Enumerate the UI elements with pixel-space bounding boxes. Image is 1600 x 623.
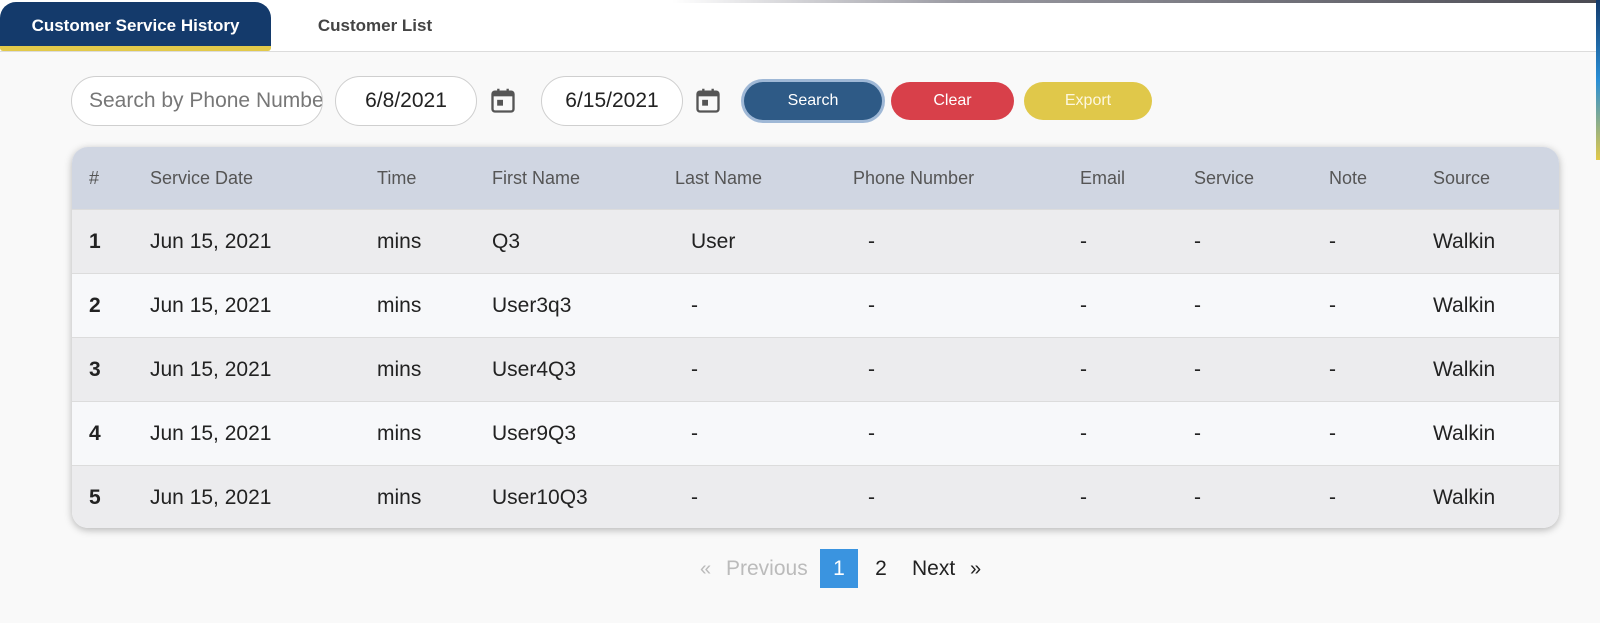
- cell-service: -: [1194, 293, 1201, 317]
- end-date-field[interactable]: 6/15/2021: [541, 76, 683, 126]
- table-header: # Service Date Time First Name Last Name…: [72, 147, 1559, 209]
- cell-first-name: Q3: [492, 229, 521, 253]
- start-date-value: 6/8/2021: [365, 89, 447, 112]
- top-navigation: Customer Service History Customer List: [0, 0, 1600, 52]
- cell-index: 1: [89, 229, 101, 253]
- cell-email: -: [1080, 229, 1087, 253]
- column-header-note[interactable]: Note: [1329, 147, 1367, 209]
- cell-note: -: [1329, 357, 1336, 381]
- phone-search-input[interactable]: [72, 89, 322, 113]
- phone-search-field[interactable]: [71, 76, 323, 126]
- column-header-email[interactable]: Email: [1080, 147, 1125, 209]
- cell-phone-number: -: [868, 421, 875, 445]
- column-header-service[interactable]: Service: [1194, 147, 1254, 209]
- cell-source: Walkin: [1433, 229, 1496, 253]
- cell-email: -: [1080, 293, 1087, 317]
- clear-button[interactable]: Clear: [891, 82, 1014, 120]
- cell-last-name: User: [691, 229, 736, 253]
- cell-index: 2: [89, 293, 101, 317]
- previous-arrow-icon: «: [700, 557, 712, 580]
- start-date-field[interactable]: 6/8/2021: [335, 76, 477, 126]
- window-edge-decoration: [1596, 0, 1600, 160]
- column-header-phone-number[interactable]: Phone Number: [853, 147, 974, 209]
- table-row[interactable]: 2 Jun 15, 2021 mins User3q3 - - - - - Wa…: [72, 273, 1559, 337]
- cell-source: Walkin: [1433, 293, 1496, 317]
- column-header-first-name[interactable]: First Name: [492, 147, 580, 209]
- page-1-button[interactable]: 1: [820, 549, 858, 588]
- cell-service: -: [1194, 229, 1201, 253]
- cell-phone-number: -: [868, 357, 875, 381]
- cell-note: -: [1329, 293, 1336, 317]
- cell-source: Walkin: [1433, 485, 1496, 509]
- column-header-last-name[interactable]: Last Name: [675, 147, 762, 209]
- cell-first-name: User3q3: [492, 293, 572, 317]
- cell-last-name: -: [691, 421, 698, 445]
- cell-first-name: User9Q3: [492, 421, 577, 445]
- cell-service-date: Jun 15, 2021: [150, 485, 272, 509]
- cell-index: 5: [89, 485, 101, 509]
- calendar-icon[interactable]: [489, 86, 517, 116]
- table-row[interactable]: 1 Jun 15, 2021 mins Q3 User - - - - Walk…: [72, 209, 1559, 273]
- search-button[interactable]: Search: [744, 82, 882, 120]
- end-date-value: 6/15/2021: [565, 89, 659, 112]
- table-row[interactable]: 3 Jun 15, 2021 mins User4Q3 - - - - - Wa…: [72, 337, 1559, 401]
- tab-customer-service-history[interactable]: Customer Service History: [0, 2, 271, 50]
- cell-service: -: [1194, 485, 1201, 509]
- cell-email: -: [1080, 357, 1087, 381]
- cell-time: mins: [377, 293, 422, 317]
- cell-service-date: Jun 15, 2021: [150, 421, 272, 445]
- cell-email: -: [1080, 421, 1087, 445]
- cell-time: mins: [377, 357, 422, 381]
- previous-page-link[interactable]: Previous: [726, 549, 808, 589]
- cell-first-name: User10Q3: [492, 485, 588, 509]
- cell-time: mins: [377, 485, 422, 509]
- cell-last-name: -: [691, 293, 698, 317]
- cell-index: 4: [89, 421, 101, 445]
- cell-note: -: [1329, 485, 1336, 509]
- cell-first-name: User4Q3: [492, 357, 577, 381]
- cell-last-name: -: [691, 357, 698, 381]
- cell-phone-number: -: [868, 485, 875, 509]
- cell-note: -: [1329, 229, 1336, 253]
- cell-service: -: [1194, 357, 1201, 381]
- cell-phone-number: -: [868, 293, 875, 317]
- cell-source: Walkin: [1433, 421, 1496, 445]
- cell-service-date: Jun 15, 2021: [150, 293, 272, 317]
- column-header-source[interactable]: Source: [1433, 147, 1490, 209]
- cell-note: -: [1329, 421, 1336, 445]
- tab-label: Customer Service History: [31, 16, 240, 35]
- page-2-button[interactable]: 2: [866, 549, 896, 588]
- next-page-link[interactable]: Next: [912, 549, 955, 589]
- cell-index: 3: [89, 357, 101, 381]
- cell-service-date: Jun 15, 2021: [150, 229, 272, 253]
- cell-time: mins: [377, 421, 422, 445]
- table-row[interactable]: 5 Jun 15, 2021 mins User10Q3 - - - - - W…: [72, 465, 1559, 528]
- table-row[interactable]: 4 Jun 15, 2021 mins User9Q3 - - - - - Wa…: [72, 401, 1559, 465]
- export-button[interactable]: Export: [1024, 82, 1152, 120]
- service-history-table: # Service Date Time First Name Last Name…: [72, 147, 1559, 528]
- cell-phone-number: -: [868, 229, 875, 253]
- column-header-time[interactable]: Time: [377, 147, 416, 209]
- cell-time: mins: [377, 229, 422, 253]
- cell-service-date: Jun 15, 2021: [150, 357, 272, 381]
- cell-service: -: [1194, 421, 1201, 445]
- cell-last-name: -: [691, 485, 698, 509]
- column-header-service-date[interactable]: Service Date: [150, 147, 253, 209]
- tab-label: Customer List: [317, 16, 433, 35]
- column-header-index[interactable]: #: [89, 147, 99, 209]
- cell-email: -: [1080, 485, 1087, 509]
- tab-customer-list[interactable]: Customer List: [300, 2, 450, 50]
- next-arrow-icon[interactable]: »: [970, 549, 981, 589]
- cell-source: Walkin: [1433, 357, 1496, 381]
- active-tab-indicator: [0, 46, 271, 51]
- calendar-icon[interactable]: [694, 86, 722, 116]
